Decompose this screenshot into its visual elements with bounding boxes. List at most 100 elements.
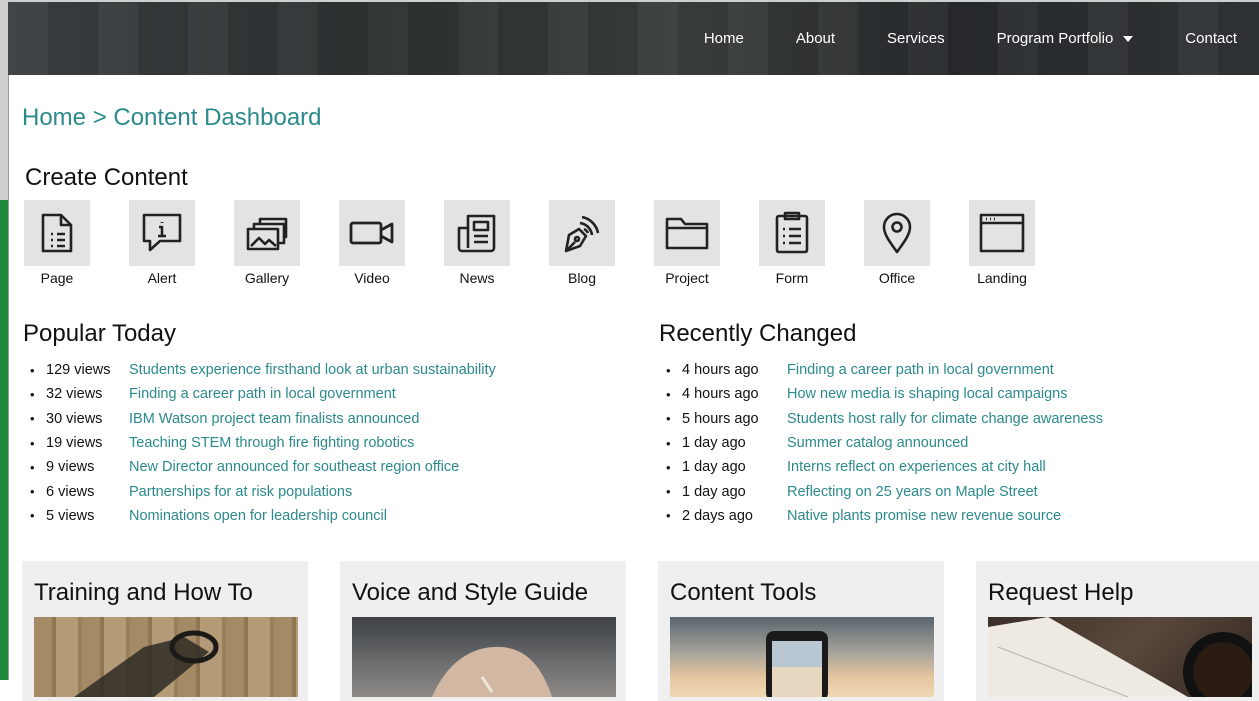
list-item: 4 hours ago Finding a career path in loca… [660,358,1103,382]
recently-changed-list: 4 hours ago Finding a career path in loca… [660,358,1103,528]
changed-time: 5 hours ago [682,410,759,427]
form-label: Form [775,270,809,286]
card-request-help[interactable]: Request Help [976,561,1259,701]
card-image-notebook-coffee [988,617,1252,697]
view-count: 6 views [46,483,95,500]
create-content-heading: Create Content [25,164,188,191]
folder-icon [654,200,720,266]
list-item: 30 views IBM Watson project team finalist… [24,407,496,431]
card-image-wood-desk-glasses [34,617,298,697]
popular-today-list: 129 views Students experience firsthand l… [24,358,496,528]
changed-time: 1 day ago [682,459,746,476]
changed-time: 2 days ago [682,507,753,524]
form-icon [759,200,825,266]
article-link[interactable]: Finding a career path in local governmen… [787,362,1054,378]
news-label: News [459,270,495,286]
changed-time: 4 hours ago [682,362,759,379]
view-count: 30 views [46,410,103,427]
article-link[interactable]: Students experience firsthand look at ur… [129,362,496,378]
article-link[interactable]: Reflecting on 25 years on Maple Street [787,484,1038,500]
nav-program-portfolio[interactable]: Program Portfolio [997,30,1134,47]
changed-time: 1 day ago [682,435,746,452]
main-nav: Home About Services Program Portfolio Co… [674,2,1259,75]
card-image-phone-sky [670,617,934,697]
article-link[interactable]: IBM Watson project team finalists announ… [129,411,419,427]
list-item: 129 views Students experience firsthand l… [24,358,496,382]
create-news-button[interactable]: News [444,200,510,286]
create-project-button[interactable]: Project [654,200,720,286]
article-link[interactable]: Summer catalog announced [787,435,968,451]
card-style-guide[interactable]: Voice and Style Guide [340,561,626,701]
page-label: Page [40,270,74,286]
list-item: 2 days ago Native plants promise new reve… [660,504,1103,528]
landing-label: Landing [977,270,1027,286]
article-link[interactable]: Native plants promise new revenue source [787,508,1061,524]
recently-changed-heading: Recently Changed [659,320,857,347]
card-image-hand-writing [352,617,616,697]
view-count: 9 views [46,459,95,476]
changed-time: 4 hours ago [682,386,759,403]
create-landing-button[interactable]: Landing [969,200,1035,286]
nav-contact[interactable]: Contact [1185,30,1237,47]
card-title: Voice and Style Guide [352,579,589,606]
article-link[interactable]: Teaching STEM through fire fighting robo… [129,435,414,451]
article-link[interactable]: New Director announced for southeast reg… [129,459,459,475]
article-link[interactable]: Finding a career path in local governmen… [129,386,396,402]
create-video-button[interactable]: Video [339,200,405,286]
create-form-button[interactable]: Form [759,200,825,286]
create-page-button[interactable]: Page [24,200,90,286]
office-label: Office [878,270,916,286]
list-item: 4 hours ago How new media is shaping loca… [660,382,1103,406]
list-item: 6 views Partnerships for at risk populati… [24,479,496,503]
page-icon [24,200,90,266]
project-label: Project [665,270,709,286]
list-item: 5 views Nominations open for leadership c… [24,504,496,528]
left-edge-line [8,0,9,680]
browser-window-icon [969,200,1035,266]
popular-today-heading: Popular Today [23,320,176,347]
article-link[interactable]: Students host rally for climate change a… [787,411,1103,427]
view-count: 32 views [46,386,103,403]
video-label: Video [354,270,390,286]
caret-down-icon [1123,36,1134,43]
alert-icon [129,200,195,266]
card-title: Request Help [988,579,1134,606]
gallery-icon [234,200,300,266]
view-count: 5 views [46,507,95,524]
nav-home[interactable]: Home [704,30,744,47]
create-office-button[interactable]: Office [864,200,930,286]
article-link[interactable]: Partnerships for at risk populations [129,484,352,500]
video-icon [339,200,405,266]
news-icon [444,200,510,266]
article-link[interactable]: How new media is shaping local campaigns [787,386,1067,402]
nav-about[interactable]: About [796,30,835,47]
header-bar: Home About Services Program Portfolio Co… [8,0,1259,75]
list-item: 1 day ago Interns reflect on experiences … [660,455,1103,479]
card-training[interactable]: Training and How To [22,561,308,701]
blog-label: Blog [567,270,597,286]
view-count: 129 views [46,362,111,379]
map-pin-icon [864,200,930,266]
card-content-tools[interactable]: Content Tools [658,561,944,701]
create-gallery-button[interactable]: Gallery [234,200,300,286]
create-blog-button[interactable]: Blog [549,200,615,286]
list-item: 5 hours ago Students host rally for clima… [660,407,1103,431]
card-title: Content Tools [670,579,817,606]
article-link[interactable]: Nominations open for leadership council [129,508,387,524]
view-count: 19 views [46,435,103,452]
changed-time: 1 day ago [682,483,746,500]
left-edge-strip [0,0,8,200]
list-item: 32 views Finding a career path in local g… [24,382,496,406]
blog-icon [549,200,615,266]
create-content-tiles: Page Alert Gallery Video News Blog Proje… [24,200,1074,286]
nav-program-portfolio-label: Program Portfolio [996,30,1114,47]
list-item: 1 day ago Reflecting on 25 years on Maple… [660,479,1103,503]
left-edge-green-strip [0,200,8,680]
breadcrumb[interactable]: Home > Content Dashboard [22,104,322,132]
nav-services[interactable]: Services [887,30,945,47]
create-alert-button[interactable]: Alert [129,200,195,286]
list-item: 19 views Teaching STEM through fire fight… [24,431,496,455]
card-title: Training and How To [34,579,253,606]
alert-label: Alert [147,270,177,286]
article-link[interactable]: Interns reflect on experiences at city h… [787,459,1046,475]
